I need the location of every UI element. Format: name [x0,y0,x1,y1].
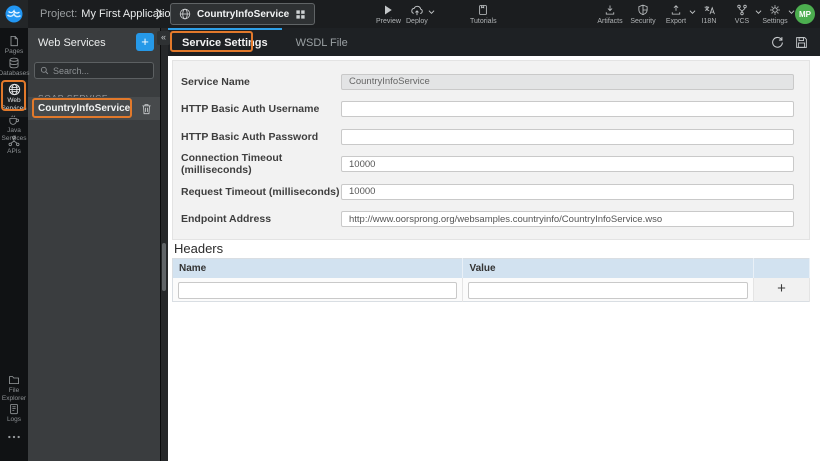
chevron-right-icon [155,8,163,20]
cloud-upload-icon [410,4,424,16]
sidebar-item-web-services[interactable]: Web Services [0,80,28,117]
http-basic-auth-password-field[interactable] [341,128,794,145]
sidebar-item-pages[interactable]: Pages [0,35,28,56]
collapse-panel-button[interactable]: « [157,31,170,45]
app-window: Project: My First Application CountryInf… [0,0,820,461]
endpoint-address-field[interactable] [341,211,794,228]
folder-icon [8,374,20,386]
scrollbar-thumb[interactable] [162,243,166,291]
form-row: Request Timeout (milliseconds) [181,178,794,206]
column-header-value: Value [462,258,754,278]
header-name-input[interactable] [178,281,458,299]
tabbar-actions [771,28,820,56]
caret-down-icon [689,9,696,15]
branch-icon [736,4,748,16]
trash-icon[interactable] [141,103,152,115]
refresh-icon[interactable] [771,36,784,49]
topbar: Project: My First Application CountryInf… [0,0,820,28]
preview-button[interactable]: Preview [376,4,401,25]
field-label: HTTP Basic Auth Password [181,130,319,143]
security-button[interactable]: Security [630,4,656,25]
column-header-action [753,258,811,278]
headers-section-title: Headers [174,241,224,256]
page-icon [8,35,20,47]
request-timeout-field[interactable] [341,183,794,200]
column-header-name: Name [172,258,464,278]
left-rail: Pages Databases Web Services Java Servic… [0,28,30,461]
book-icon [477,4,489,16]
sidebar-item-file-explorer[interactable]: File Explorer [0,374,28,403]
topbar-right-actions: Artifacts Security Export I18N VCS Setti… [597,4,795,25]
export-button[interactable]: Export [663,4,696,25]
tutorials-button[interactable]: Tutorials [470,4,497,25]
download-icon [604,4,616,16]
settings-button[interactable]: Settings [762,4,795,25]
headers-table: Name Value + [172,258,811,302]
shield-icon [637,4,649,16]
panel-title: Web Services [38,36,106,49]
app-logo[interactable] [0,0,28,28]
service-name-field [341,73,794,90]
globe-icon [8,83,21,96]
export-icon [670,4,682,16]
form-row: HTTP Basic Auth Username [181,96,794,124]
search-icon [40,66,49,75]
field-label: Service Name [181,75,250,88]
save-icon[interactable] [795,36,808,49]
header-value-input[interactable] [468,281,748,299]
translate-icon [703,4,716,16]
database-icon [8,57,20,69]
project-label: Project: [40,8,78,20]
form-row: Service Name [181,68,794,96]
web-services-panel: Web Services + SOAP SERVICE CountryInfoS… [28,28,160,461]
form-row: Connection Timeout (milliseconds) [181,151,794,179]
sidebar-item-apis[interactable]: APIs [0,135,28,156]
i18n-button[interactable]: I18N [696,4,722,25]
wavemaker-logo-icon [4,4,24,24]
tab-bar: Service Settings WSDL File [168,28,820,56]
entity-name: CountryInfoService [197,8,290,20]
field-label: Connection Timeout (milliseconds) [181,152,283,177]
user-avatar[interactable]: MP [795,4,815,24]
field-label: HTTP Basic Auth Username [181,103,320,116]
api-icon [8,135,20,147]
field-label: Request Timeout (milliseconds) [181,185,340,198]
add-service-button[interactable]: + [136,33,154,51]
headers-table-row: + [172,277,811,302]
add-header-button[interactable]: + [777,281,786,296]
service-settings-form: Service Name HTTP Basic Auth Username HT… [172,60,810,240]
search-input[interactable] [53,65,148,76]
form-row: HTTP Basic Auth Password [181,123,794,151]
service-list-item[interactable]: CountryInfoService [28,97,160,120]
sidebar-item-databases[interactable]: Databases [0,57,30,78]
open-entity-tab[interactable]: CountryInfoService [170,3,316,25]
vcs-button[interactable]: VCS [729,4,762,25]
gear-icon [769,4,781,16]
log-icon [8,403,20,415]
coffee-icon [8,114,20,126]
tab-wsdl-file[interactable]: WSDL File [282,28,362,56]
play-icon [382,4,394,16]
globe-icon [179,8,191,20]
service-item-name: CountryInfoService [38,103,131,114]
grid-icon[interactable] [295,9,306,20]
headers-table-header-row: Name Value [172,258,811,278]
connection-timeout-field[interactable] [341,156,794,173]
sidebar-item-logs[interactable]: Logs [0,403,28,424]
tab-service-settings[interactable]: Service Settings [168,28,282,56]
more-menu-button[interactable] [0,434,28,440]
http-basic-auth-username-field[interactable] [341,101,794,118]
ellipsis-icon [7,434,21,440]
form-row: Endpoint Address [181,206,794,234]
artifacts-button[interactable]: Artifacts [597,4,623,25]
panel-header: Web Services + [28,28,160,57]
field-label: Endpoint Address [181,213,272,226]
deploy-button[interactable]: Deploy [406,4,435,25]
main-content: Service Settings WSDL File Service Name [168,28,820,461]
search-box[interactable] [34,62,154,79]
caret-down-icon [788,9,795,15]
caret-down-icon [428,9,435,15]
caret-down-icon [755,9,762,15]
